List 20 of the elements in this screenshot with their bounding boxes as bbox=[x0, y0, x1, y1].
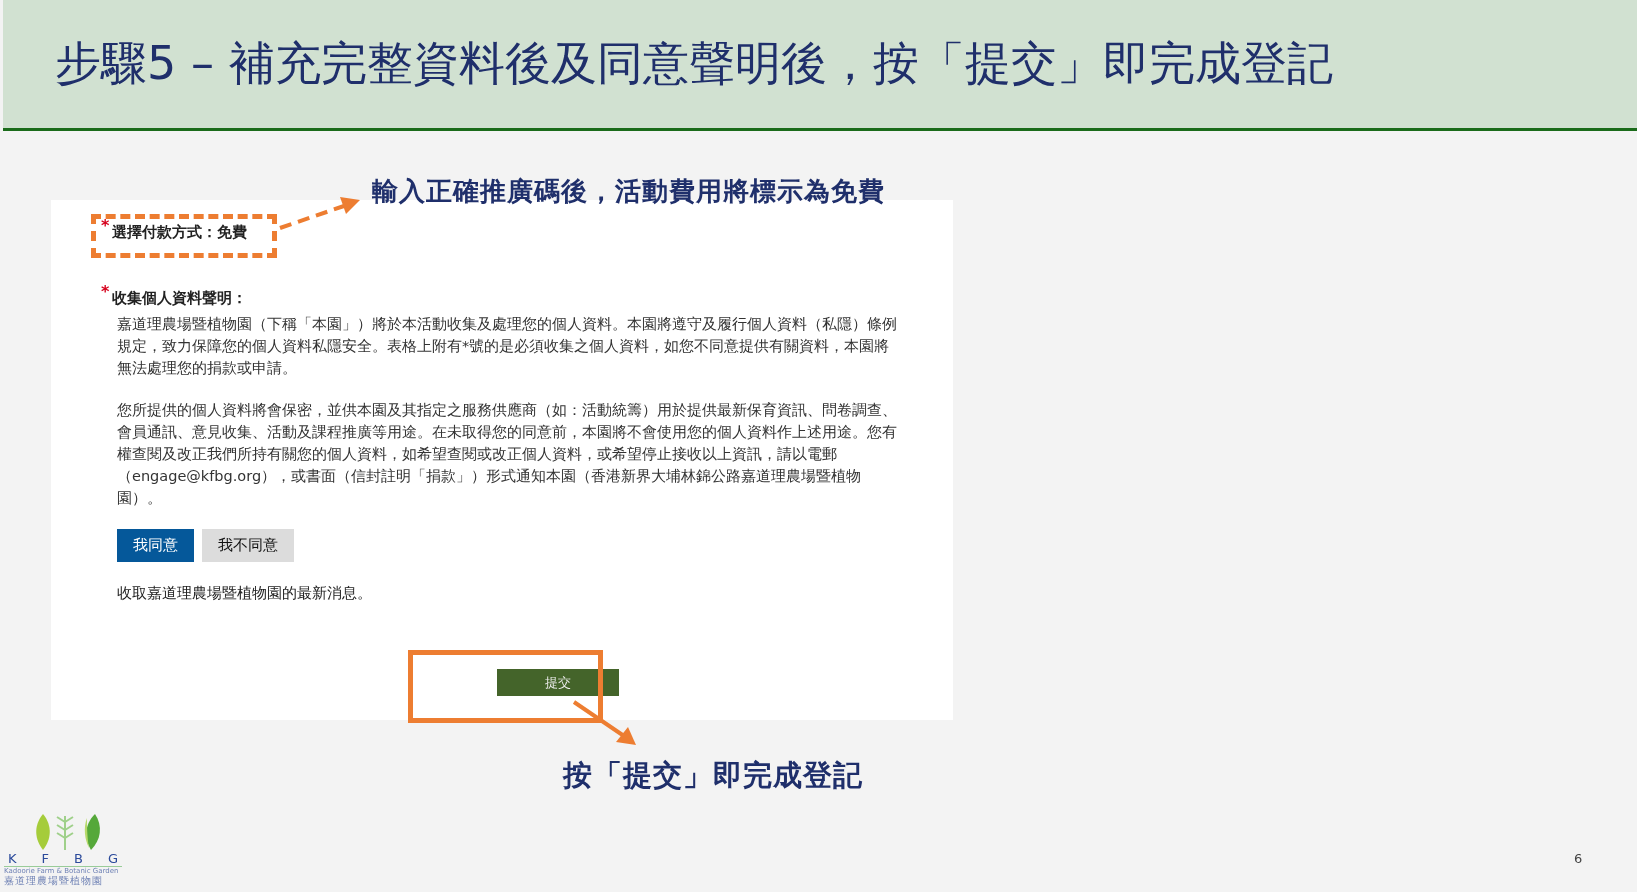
newsletter-text: 收取嘉道理農場暨植物園的最新消息。 bbox=[117, 584, 373, 603]
disagree-button[interactable]: 我不同意 bbox=[202, 529, 294, 562]
required-mark: * bbox=[101, 284, 110, 300]
statement-paragraph: 您所提供的個人資料將會保密，並供本園及其指定之服務供應商（如：活動統籌）用於提供最新保育資訊、問卷調查、會員通訊、意見收集、活動及課程推廣等用途。在未取得您的同意前，本園將不會使用您的個人資料作上述用途。您有權查閱及改正我們所持有關您的個人資料，如希望查閱或改正個人資料，或希望停止接收以上資訊，請以電郵（engage@kfbg.org），或書面（信封註明「捐款」）形式通知本園（香港新界大埔林錦公路嘉道理農場暨植物園）。 bbox=[117, 401, 898, 508]
annotation-text: 輸入正確推廣碼後，活動費用將標示為免費 bbox=[372, 175, 885, 208]
statement-paragraph: 嘉道理農場暨植物園（下稱「本園」）將於本活動收集及處理您的個人資料。本園將遵守及履行個人資料（私隱）條例規定，致力保障您的個人資料私隱安全。表格上附有*號的是必須收集之個人資料，如您不同意提供有關資料，本園將無法處理您的捐款或申請。 bbox=[117, 315, 898, 378]
logo-letter: K bbox=[8, 852, 17, 866]
page-number: 6 bbox=[1574, 851, 1583, 866]
agree-button[interactable]: 我同意 bbox=[117, 529, 194, 562]
logo-text: 嘉道理農場暨植物園 bbox=[4, 875, 104, 886]
submit-button[interactable]: 提交 bbox=[497, 669, 619, 696]
logo-letter: F bbox=[41, 852, 49, 866]
slide-title: 步驟5 – 補充完整資料後及同意聲明後，按「提交」即完成登記 bbox=[55, 35, 1333, 92]
annotation-text: 按「提交」即完成登記 bbox=[563, 758, 863, 792]
logo-letter: G bbox=[107, 852, 118, 866]
required-mark: * bbox=[101, 218, 110, 234]
statement-heading: 收集個人資料聲明： bbox=[112, 289, 248, 308]
arrow bbox=[572, 700, 638, 746]
logo-letter: B bbox=[74, 852, 83, 866]
payment-method-label: 選擇付款方式：免費 bbox=[112, 223, 248, 242]
